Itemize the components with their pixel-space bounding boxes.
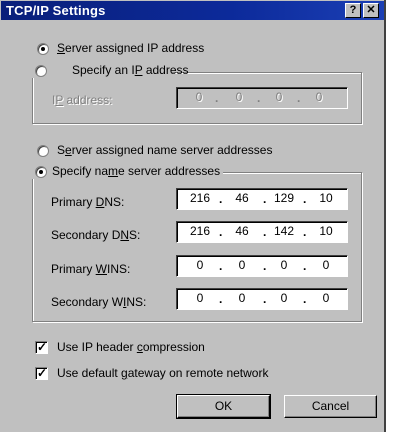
- primary-dns-label: Primary DNS:: [51, 195, 125, 209]
- wins-octet: 0: [322, 258, 330, 272]
- dns-octet: 10: [319, 224, 333, 238]
- secondary-dns-field[interactable]: 216 . 46 . 142 . 10: [176, 221, 348, 243]
- ip-dot: .: [263, 192, 267, 206]
- ip-dot: .: [219, 225, 223, 239]
- dns-octet: 10: [319, 191, 333, 205]
- primary-dns-field[interactable]: 216 . 46 . 129 . 10: [176, 188, 348, 210]
- default-gateway-checkbox[interactable]: ✓: [35, 366, 48, 380]
- ip-dot: .: [219, 192, 223, 206]
- ip-dot: .: [215, 91, 219, 105]
- dns-octet: 46: [235, 191, 249, 205]
- server-assigned-ip-radio[interactable]: [37, 43, 49, 55]
- wins-octet: 0: [280, 291, 288, 305]
- secondary-dns-label: Secondary DNS:: [51, 228, 141, 242]
- check-icon: ✓: [37, 340, 48, 354]
- ip-dot: .: [303, 292, 307, 306]
- ip-dot: .: [263, 225, 267, 239]
- ip-dot: .: [263, 259, 267, 273]
- ip-dot: .: [303, 225, 307, 239]
- wins-octet: 0: [196, 258, 204, 272]
- ip-octet-4: 0: [315, 90, 323, 104]
- ip-dot: .: [219, 292, 223, 306]
- specify-ip-legend: Specify an IP address: [32, 62, 189, 78]
- ip-dot: .: [303, 259, 307, 273]
- wins-octet: 0: [238, 258, 246, 272]
- server-assigned-dns-label[interactable]: Server assigned name server addresses: [57, 143, 272, 157]
- default-gateway-label[interactable]: Use default gateway on remote network: [57, 366, 268, 380]
- wins-octet: 0: [322, 291, 330, 305]
- dns-octet: 129: [273, 191, 295, 205]
- dns-octet: 46: [235, 224, 249, 238]
- ip-address-field[interactable]: 0 . 0 . 0 . 0: [176, 87, 348, 109]
- header-compression-checkbox[interactable]: ✓: [35, 340, 48, 354]
- ip-dot: .: [257, 91, 261, 105]
- ip-address-label: IP address:: [52, 93, 113, 107]
- primary-wins-field[interactable]: 0 . 0 . 0 . 0: [176, 255, 348, 277]
- specify-dns-radio[interactable]: [35, 166, 47, 178]
- help-icon[interactable]: ?: [345, 3, 361, 18]
- dns-octet: 216: [189, 224, 211, 238]
- ip-dot: .: [263, 292, 267, 306]
- server-assigned-dns-radio[interactable]: [37, 145, 49, 157]
- wins-octet: 0: [238, 291, 246, 305]
- check-icon: ✓: [37, 366, 48, 380]
- wins-octet: 0: [280, 258, 288, 272]
- primary-wins-label: Primary WINS:: [51, 262, 131, 276]
- wins-octet: 0: [196, 291, 204, 305]
- specify-dns-label[interactable]: Specify name server addresses: [52, 164, 220, 178]
- title-bar[interactable]: TCP/IP Settings ? ✕: [1, 1, 384, 20]
- ip-octet-1: 0: [195, 90, 203, 104]
- ip-octet-3: 0: [275, 90, 283, 104]
- dns-octet: 216: [189, 191, 211, 205]
- ip-dot: .: [303, 192, 307, 206]
- dns-octet: 142: [273, 224, 295, 238]
- specify-ip-label[interactable]: Specify an IP address: [72, 63, 189, 77]
- specify-dns-legend: Specify name server addresses: [32, 163, 224, 179]
- ip-dot: .: [297, 91, 301, 105]
- secondary-wins-field[interactable]: 0 . 0 . 0 . 0: [176, 288, 348, 310]
- ok-button[interactable]: OK: [176, 394, 271, 419]
- cancel-button[interactable]: Cancel: [284, 395, 377, 418]
- secondary-wins-label: Secondary WINS:: [51, 295, 147, 309]
- close-icon[interactable]: ✕: [363, 3, 379, 18]
- server-assigned-ip-label[interactable]: Server assigned IP address: [57, 41, 204, 55]
- tcpip-settings-dialog: TCP/IP Settings ? ✕ Server assigned IP a…: [0, 0, 386, 432]
- window-title: TCP/IP Settings: [6, 3, 106, 18]
- specify-ip-radio[interactable]: [35, 65, 47, 77]
- header-compression-label[interactable]: Use IP header compression: [57, 340, 205, 354]
- ip-dot: .: [219, 259, 223, 273]
- ip-octet-2: 0: [235, 90, 243, 104]
